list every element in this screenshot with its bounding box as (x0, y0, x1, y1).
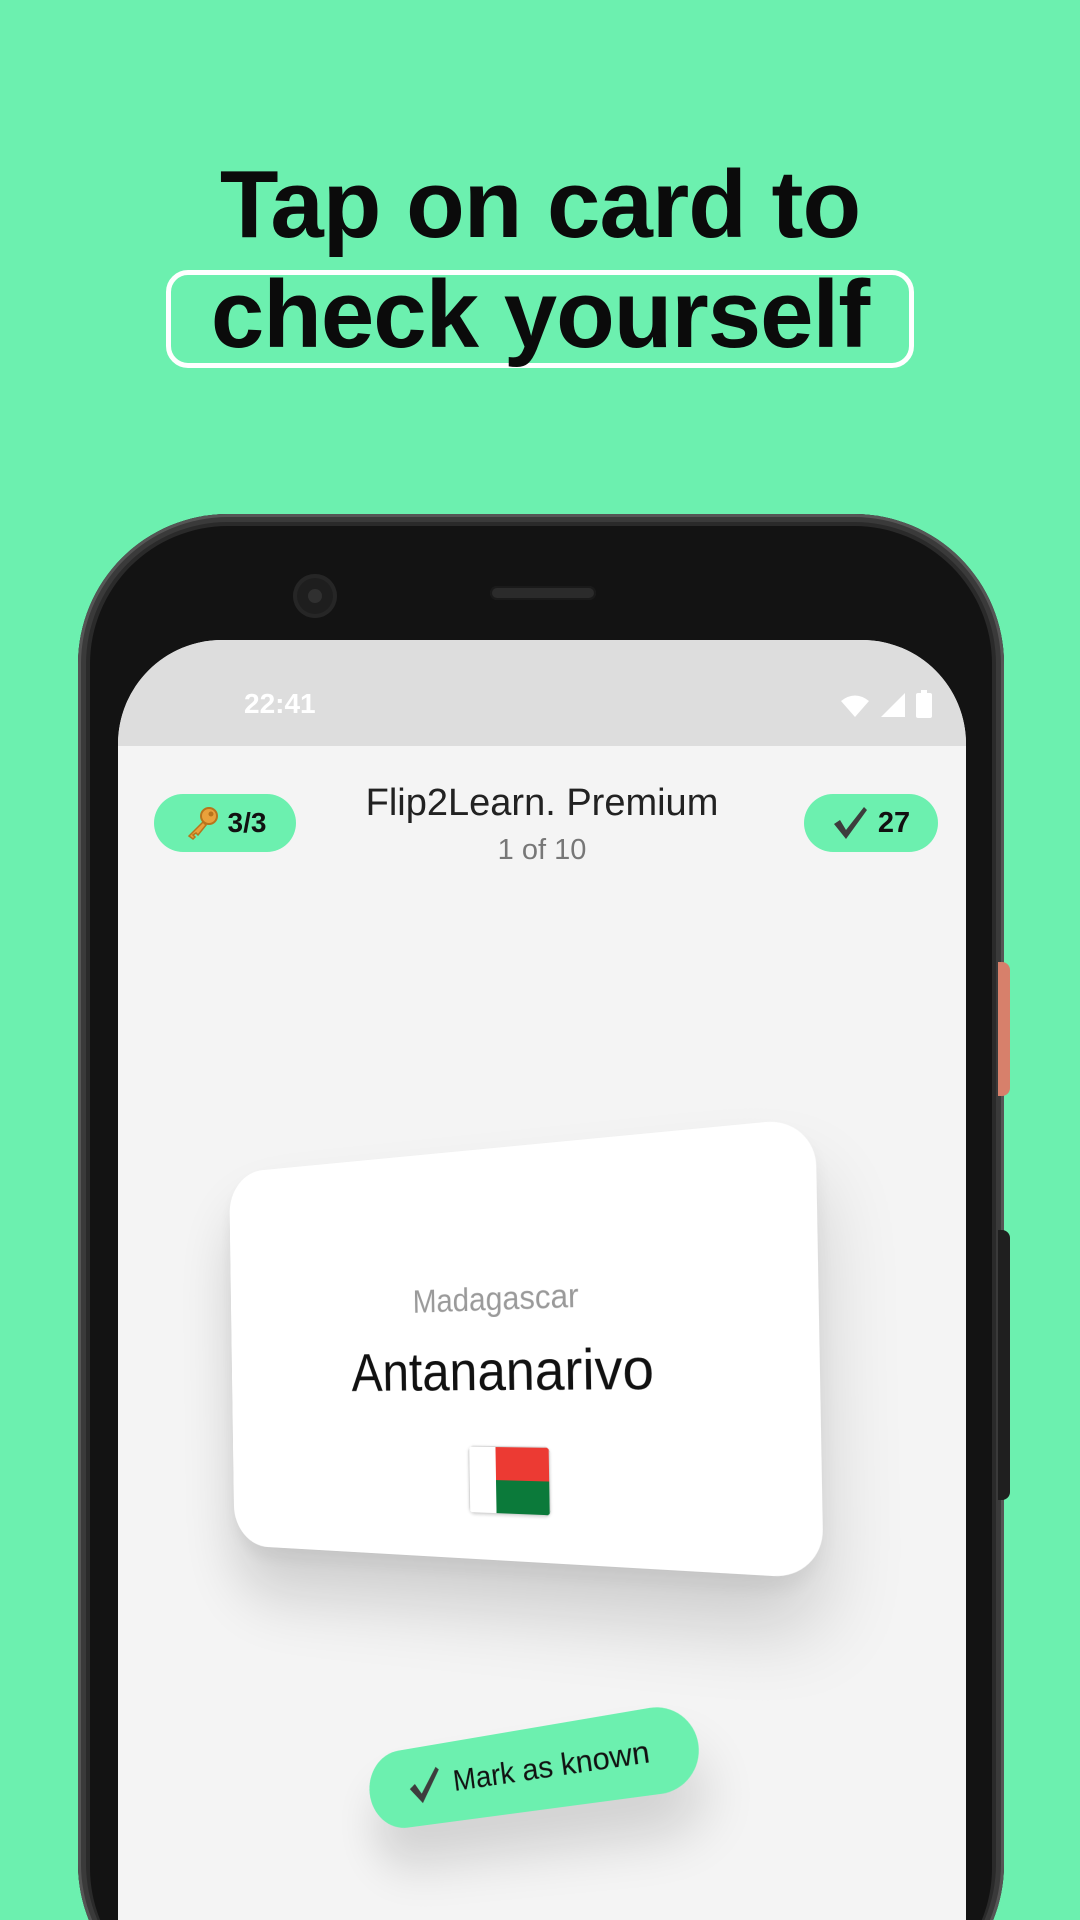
check-icon (833, 807, 867, 839)
mark-as-known-button[interactable]: Mark as known (365, 1700, 705, 1833)
phone-volume-button (998, 1230, 1010, 1500)
status-icons (840, 688, 932, 718)
battery-icon (916, 690, 932, 718)
status-time: 22:41 (244, 688, 316, 719)
card-country: Madagascar (412, 1276, 579, 1320)
card-capital: Antananarivo (351, 1335, 655, 1403)
mark-as-known-label: Mark as known (451, 1732, 652, 1798)
headline: Tap on card to check yourself (0, 150, 1080, 370)
wifi-icon (841, 695, 869, 717)
known-counter-button[interactable]: 27 (804, 794, 938, 852)
headline-line-2-box: check yourself (165, 267, 915, 368)
earpiece-speaker (490, 586, 596, 600)
flash-card[interactable]: Madagascar Antananarivo (229, 1117, 824, 1579)
deck-title: Flip2Learn. Premium (365, 782, 719, 824)
phone-screen: 22:41 3/3 Flip2Learn. Premium 1 of 10 27… (118, 640, 966, 1920)
keys-count: 3/3 (227, 807, 267, 838)
deck-progress: 1 of 10 (497, 834, 587, 866)
promo-page: Tap on card to check yourself 22:41 3/3 … (0, 0, 1080, 1920)
signal-icon (881, 693, 905, 717)
headline-line-2: check yourself (210, 261, 870, 368)
front-camera (293, 574, 337, 618)
madagascar-flag-icon (468, 1445, 551, 1517)
headline-line-1: Tap on card to (219, 151, 861, 258)
check-icon (407, 1766, 443, 1805)
known-count: 27 (877, 806, 911, 839)
phone-side-button (998, 962, 1010, 1096)
status-bar: 22:41 (118, 640, 966, 746)
key-icon (187, 807, 218, 840)
